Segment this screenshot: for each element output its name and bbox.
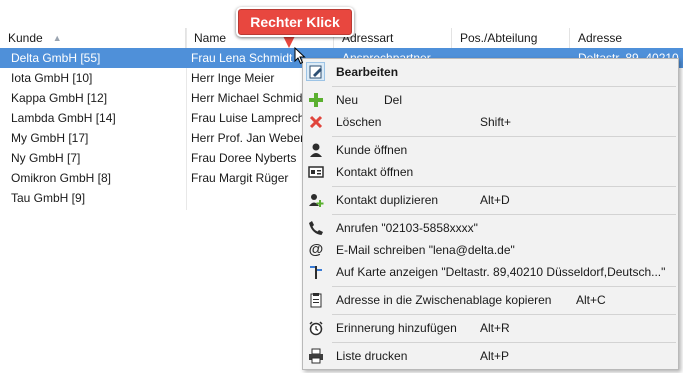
plus-icon [309, 93, 323, 107]
cell-kunde: Iota GmbH [10] [11, 71, 93, 85]
column-header-position[interactable]: Pos./Abteilung [452, 28, 570, 48]
menu-separator [332, 214, 676, 215]
callout-label: Rechter Klick [236, 7, 354, 37]
sort-ascending-icon: ▲ [52, 33, 62, 43]
cell-kunde: Kappa GmbH [12] [11, 91, 108, 105]
menu-separator [332, 186, 676, 187]
person-icon [310, 143, 322, 157]
menu-item-bearbeiten[interactable]: Bearbeiten [303, 61, 678, 83]
phone-icon [309, 221, 323, 235]
delete-icon [309, 115, 323, 129]
map-pin-icon [310, 266, 322, 279]
menu-item-anrufen[interactable]: Anrufen "02103-5858xxxx" [303, 217, 678, 239]
menu-separator [332, 86, 676, 87]
menu-item-liste-drucken[interactable]: Liste drucken Alt+P [303, 345, 678, 367]
cell-kunde: Delta GmbH [55] [11, 51, 101, 65]
at-icon: @ [308, 241, 324, 258]
context-menu: Bearbeiten Neu Del Löschen Shift+ Kunde … [302, 58, 679, 370]
menu-item-karte[interactable]: Auf Karte anzeigen "Deltastr. 89,40210 D… [303, 261, 678, 283]
column-header-adresse[interactable]: Adresse [570, 28, 683, 48]
cell-kunde: Lambda GmbH [14] [11, 111, 116, 125]
cell-kunde: Tau GmbH [9] [11, 191, 86, 205]
menu-item-kontakt-duplizieren[interactable]: Kontakt duplizieren Alt+D [303, 189, 678, 211]
menu-separator [332, 314, 676, 315]
contact-card-icon [308, 166, 324, 178]
edit-icon [309, 65, 322, 79]
alarm-clock-icon [309, 321, 323, 336]
clipboard-icon [310, 293, 322, 308]
menu-item-kontakt-oeffnen[interactable]: Kontakt öffnen [303, 161, 678, 183]
menu-item-erinnerung[interactable]: Erinnerung hinzufügen Alt+R [303, 317, 678, 339]
menu-item-email[interactable]: @ E-Mail schreiben "lena@delta.de" [303, 239, 678, 261]
cell-kunde: Ny GmbH [7] [11, 151, 81, 165]
menu-item-kunde-oeffnen[interactable]: Kunde öffnen [303, 139, 678, 161]
mouse-cursor-icon [294, 47, 306, 65]
menu-item-neu[interactable]: Neu Del [303, 89, 678, 111]
menu-separator [332, 342, 676, 343]
menu-separator [332, 136, 676, 137]
cell-kunde: My GmbH [17] [11, 131, 89, 145]
column-header-kunde[interactable]: Kunde ▲ [0, 28, 186, 48]
cell-kunde: Omikron GmbH [8] [11, 171, 112, 185]
duplicate-contact-icon [309, 194, 324, 207]
menu-separator [332, 286, 676, 287]
menu-item-loeschen[interactable]: Löschen Shift+ [303, 111, 678, 133]
menu-item-adresse-kopieren[interactable]: Adresse in die Zwischenablage kopieren A… [303, 289, 678, 311]
printer-icon [309, 348, 323, 364]
